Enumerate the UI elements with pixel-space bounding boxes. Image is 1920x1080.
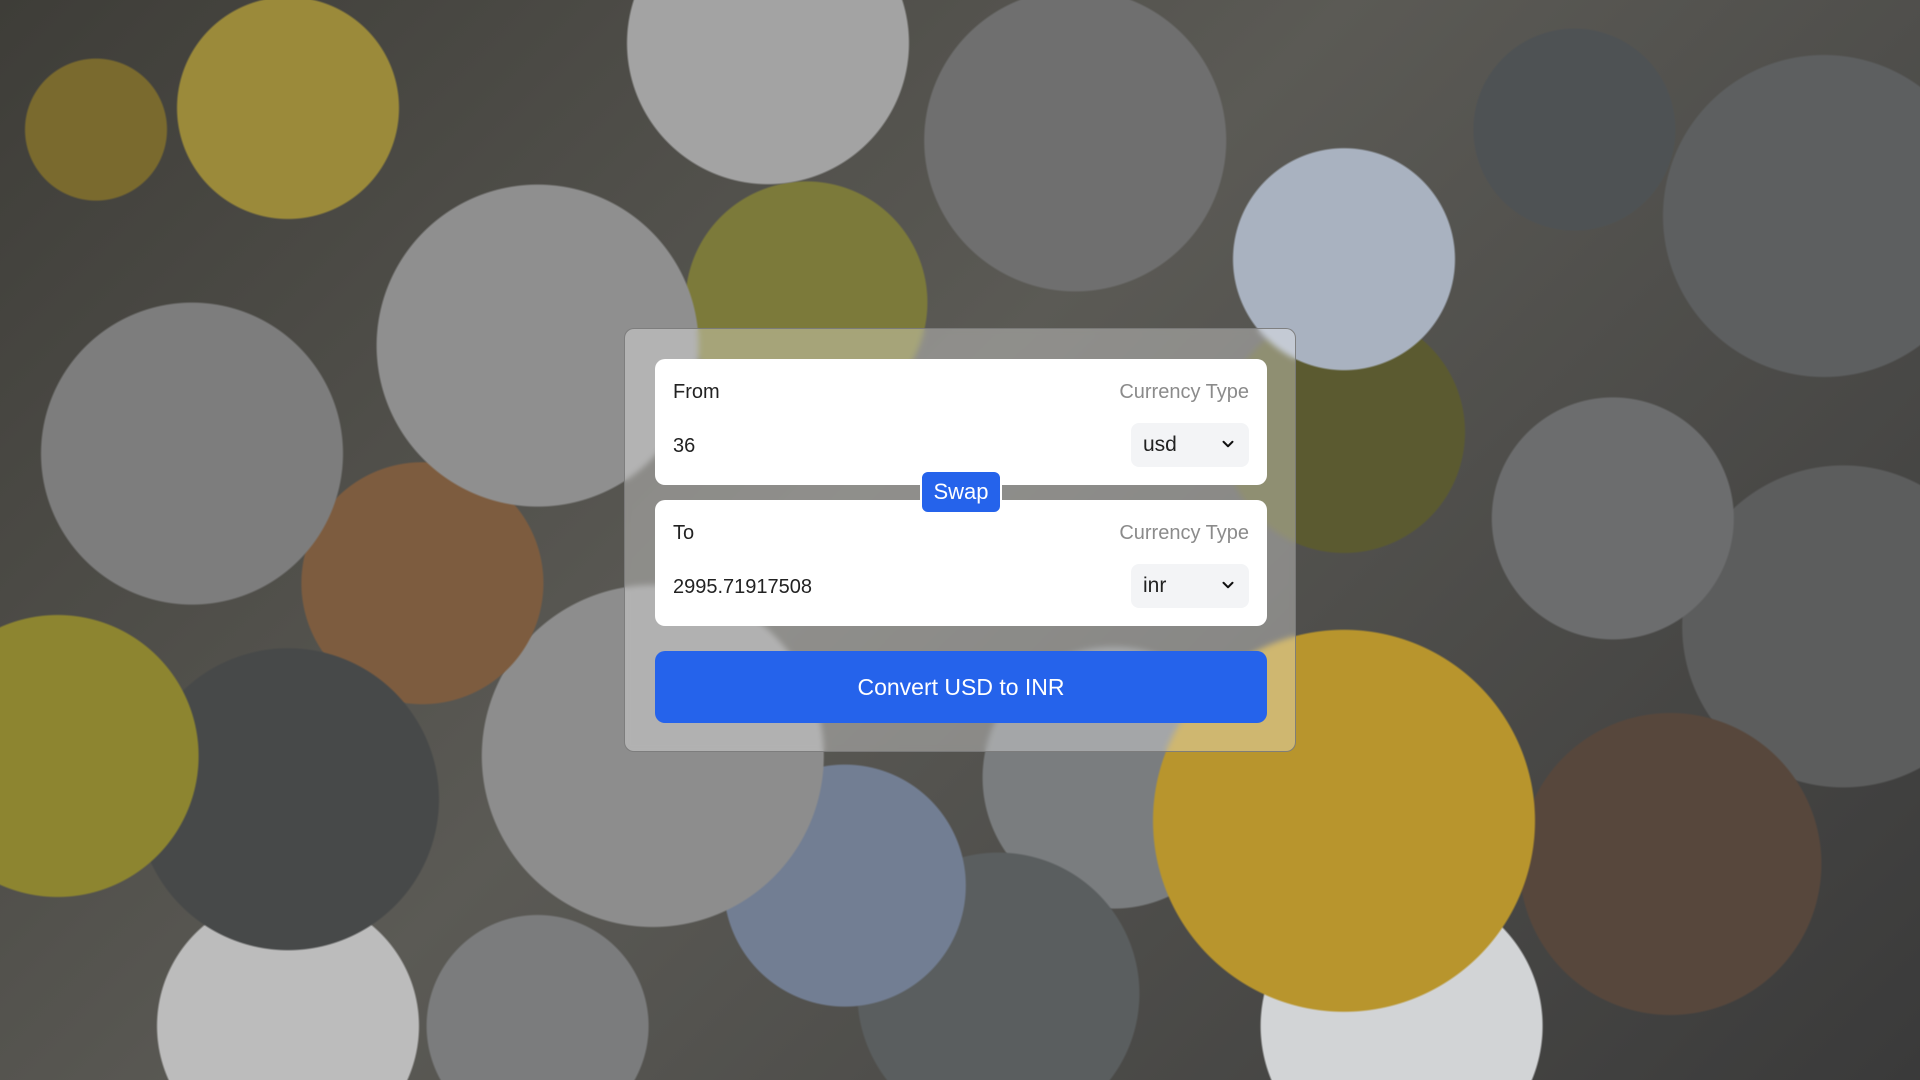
convert-button[interactable]: Convert USD to INR bbox=[655, 651, 1267, 723]
to-currency-value: inr bbox=[1143, 574, 1167, 597]
from-amount-input[interactable] bbox=[673, 429, 1073, 463]
to-label: To bbox=[673, 522, 695, 544]
from-currency-select[interactable]: usd bbox=[1131, 423, 1249, 467]
chevron-down-icon bbox=[1222, 440, 1234, 448]
converter-card: From Currency Type usd Swap To Currency … bbox=[624, 328, 1296, 752]
from-label: From bbox=[673, 381, 720, 403]
from-currency-type-label: Currency Type bbox=[1119, 381, 1249, 403]
from-currency-value: usd bbox=[1143, 433, 1177, 456]
to-currency-select[interactable]: inr bbox=[1131, 564, 1249, 608]
swap-button[interactable]: Swap bbox=[920, 470, 1002, 514]
to-amount-input[interactable] bbox=[673, 570, 1073, 604]
to-field-box: To Currency Type inr bbox=[655, 500, 1267, 626]
from-field-box: From Currency Type usd bbox=[655, 359, 1267, 485]
chevron-down-icon bbox=[1222, 581, 1234, 589]
to-currency-type-label: Currency Type bbox=[1119, 522, 1249, 544]
